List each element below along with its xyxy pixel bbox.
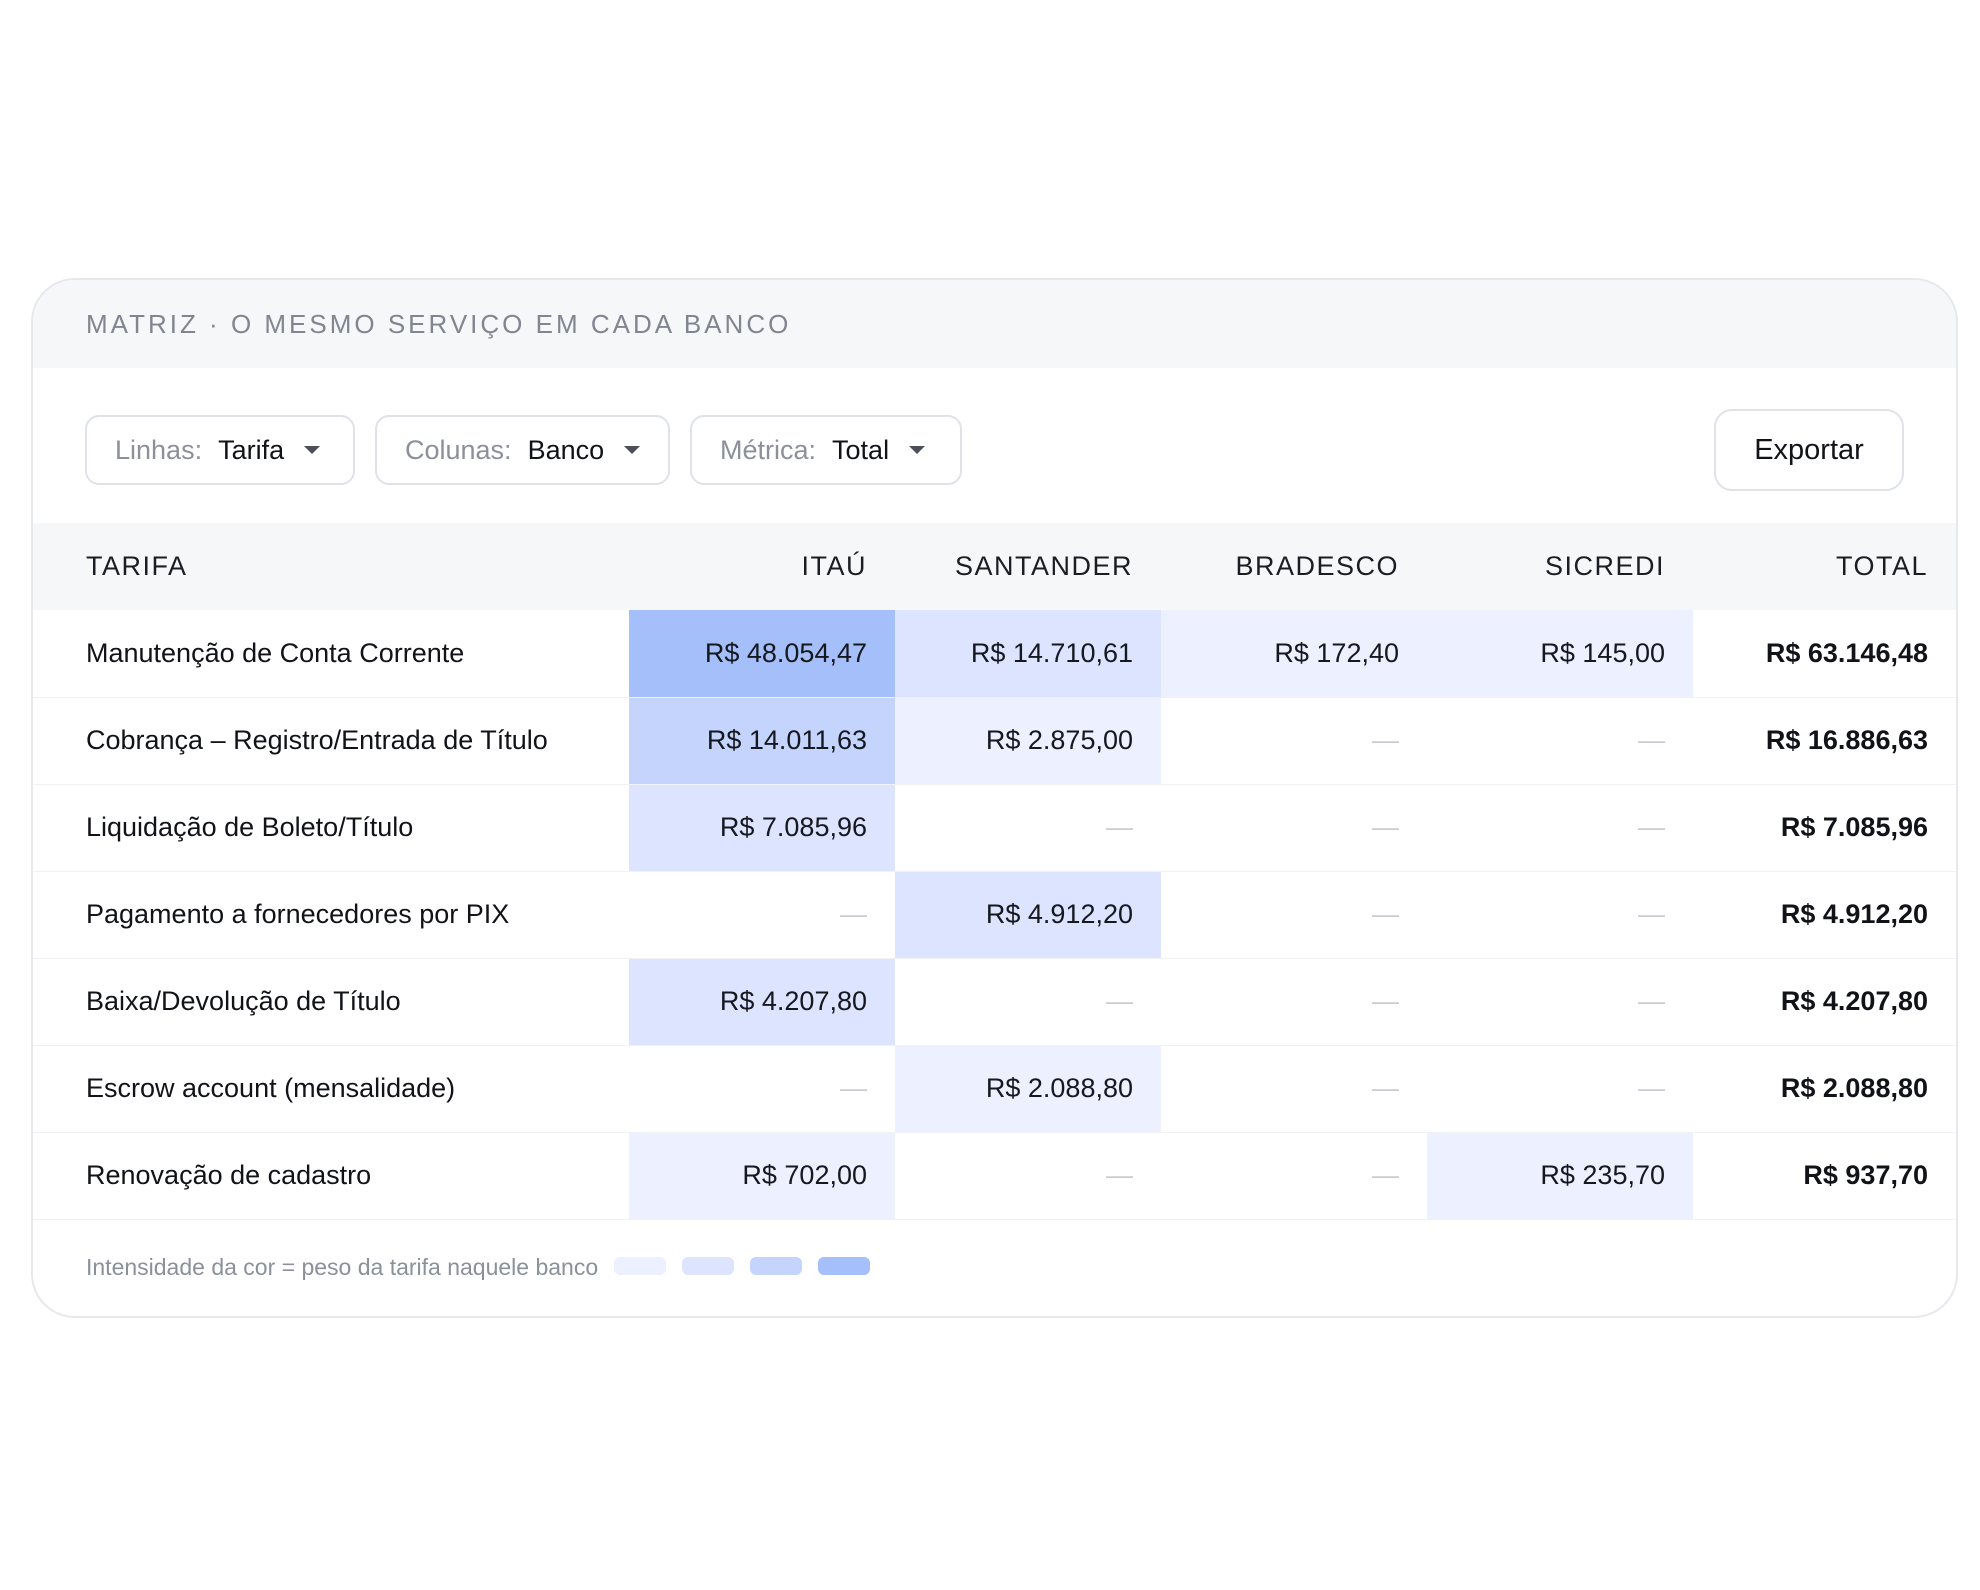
rows-select-value: Tarifa: [218, 434, 285, 465]
value-cell-itau[interactable]: R$ 4.207,80: [629, 958, 895, 1045]
total-cell: R$ 937,70: [1803, 1160, 1928, 1190]
column-header-tarifa[interactable]: TARIFA: [33, 523, 629, 610]
value-cell-bradesco[interactable]: —: [1161, 784, 1427, 871]
value-cell-bradesco[interactable]: —: [1161, 697, 1427, 784]
value-cell-bradesco[interactable]: R$ 172,40: [1161, 610, 1427, 697]
value-cell-bradesco[interactable]: —: [1161, 1045, 1427, 1132]
total-cell: R$ 4.207,80: [1780, 986, 1928, 1016]
value-cell-sicredi[interactable]: R$ 235,70: [1427, 1132, 1693, 1219]
tarifa-cell: Pagamento a fornecedores por PIX: [86, 899, 510, 929]
metric-select-value: Total: [832, 434, 890, 465]
value-cell-bradesco[interactable]: —: [1161, 958, 1427, 1045]
tarifa-cell: Escrow account (mensalidade): [86, 1073, 456, 1103]
value-cell-santander[interactable]: R$ 2.088,80: [895, 1045, 1161, 1132]
value-cell-itau[interactable]: R$ 7.085,96: [629, 784, 895, 871]
legend-swatches: [598, 1254, 871, 1281]
legend-swatch: [682, 1257, 735, 1275]
value-cell-santander[interactable]: R$ 2.875,00: [895, 697, 1161, 784]
tarifa-cell: Liquidação de Boleto/Título: [86, 812, 414, 842]
table-row[interactable]: Pagamento a fornecedores por PIX — R$ 4.91…: [33, 871, 1956, 958]
tarifa-cell: Renovação de cadastro: [86, 1160, 372, 1190]
column-header-itau[interactable]: ITAÚ: [629, 523, 895, 610]
value-cell-santander[interactable]: —: [895, 784, 1161, 871]
value-cell-sicredi[interactable]: —: [1427, 784, 1693, 871]
legend-text: Intensidade da cor = peso da tarifa naqu…: [86, 1254, 599, 1280]
value-cell-sicredi[interactable]: —: [1427, 697, 1693, 784]
columns-select-label: Colunas:: [405, 434, 512, 465]
value-cell-sicredi[interactable]: —: [1427, 871, 1693, 958]
value-cell-santander[interactable]: R$ 4.912,20: [895, 871, 1161, 958]
table-header-row: TARIFA ITAÚ SANTANDER BRADESCO SICREDI T…: [33, 523, 1956, 610]
columns-select[interactable]: Colunas: Banco: [375, 415, 670, 485]
chevron-down-icon: [304, 446, 321, 454]
value-cell-santander[interactable]: —: [895, 1132, 1161, 1219]
table-row[interactable]: Liquidação de Boleto/Título R$ 7.085,96— —…: [33, 784, 1956, 871]
chevron-down-icon: [909, 446, 926, 454]
toolbar: Linhas: Tarifa Colunas: Banco Métrica: T…: [33, 368, 1956, 523]
total-cell: R$ 2.088,80: [1780, 1073, 1928, 1103]
value-cell-itau[interactable]: R$ 48.054,47: [629, 610, 895, 697]
columns-select-value: Banco: [527, 434, 605, 465]
column-header-bradesco[interactable]: BRADESCO: [1161, 523, 1427, 610]
legend-swatch: [614, 1257, 667, 1275]
value-cell-itau[interactable]: —: [629, 1045, 895, 1132]
value-cell-bradesco[interactable]: —: [1161, 871, 1427, 958]
card-title: MATRIZ · O MESMO SERVIÇO EM CADA BANCO: [86, 308, 792, 339]
total-cell: R$ 4.912,20: [1780, 899, 1928, 929]
legend-swatch: [818, 1257, 871, 1275]
matrix-table: TARIFA ITAÚ SANTANDER BRADESCO SICREDI T…: [33, 523, 1956, 1220]
table-row[interactable]: Manutenção de Conta Corrente R$ 48.054,47…: [33, 610, 1956, 697]
value-cell-sicredi[interactable]: —: [1427, 958, 1693, 1045]
column-header-santander[interactable]: SANTANDER: [895, 523, 1161, 610]
column-header-total[interactable]: TOTAL: [1693, 523, 1956, 610]
metric-select-label: Métrica:: [720, 434, 817, 465]
total-cell: R$ 16.886,63: [1765, 725, 1928, 755]
export-button[interactable]: Exportar: [1714, 409, 1904, 491]
table-row[interactable]: Baixa/Devolução de Título R$ 4.207,80— — — R…: [33, 958, 1956, 1045]
legend-swatch: [750, 1257, 803, 1275]
card-header: MATRIZ · O MESMO SERVIÇO EM CADA BANCO: [33, 280, 1956, 368]
table-row[interactable]: Escrow account (mensalidade) — R$ 2.088,80…: [33, 1045, 1956, 1132]
table-row[interactable]: Renovação de cadastro R$ 702,00— — R$ 235,7…: [33, 1132, 1956, 1219]
table-row[interactable]: Cobrança – Registro/Entrada de Título R$ …: [33, 697, 1956, 784]
value-cell-santander[interactable]: R$ 14.710,61: [895, 610, 1161, 697]
value-cell-sicredi[interactable]: R$ 145,00: [1427, 610, 1693, 697]
rows-select-label: Linhas:: [115, 434, 203, 465]
metric-select[interactable]: Métrica: Total: [690, 415, 962, 485]
value-cell-itau[interactable]: R$ 14.011,63: [629, 697, 895, 784]
matrix-card: MATRIZ · O MESMO SERVIÇO EM CADA BANCO L…: [31, 278, 1958, 1318]
value-cell-sicredi[interactable]: —: [1427, 1045, 1693, 1132]
rows-select[interactable]: Linhas: Tarifa: [85, 415, 355, 485]
column-header-sicredi[interactable]: SICREDI: [1427, 523, 1693, 610]
tarifa-cell: Cobrança – Registro/Entrada de Título: [86, 725, 548, 755]
total-cell: R$ 63.146,48: [1765, 637, 1928, 668]
tarifa-cell: Manutenção de Conta Corrente: [86, 637, 465, 668]
color-legend: Intensidade da cor = peso da tarifa naqu…: [33, 1220, 1956, 1316]
tarifa-cell: Baixa/Devolução de Título: [86, 986, 401, 1016]
value-cell-itau[interactable]: —: [629, 871, 895, 958]
value-cell-bradesco[interactable]: —: [1161, 1132, 1427, 1219]
value-cell-itau[interactable]: R$ 702,00: [629, 1132, 895, 1219]
chevron-down-icon: [624, 446, 641, 454]
total-cell: R$ 7.085,96: [1780, 812, 1928, 842]
value-cell-santander[interactable]: —: [895, 958, 1161, 1045]
